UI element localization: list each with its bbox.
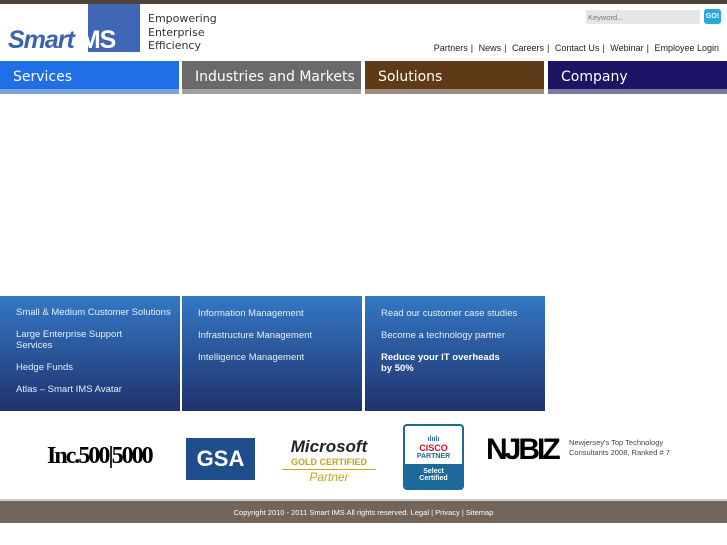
link-employee-login[interactable]: Employee Login — [654, 43, 719, 53]
industries-panel: Information Management Infrastructure Ma… — [182, 296, 362, 411]
go-button[interactable]: GO! — [704, 9, 721, 24]
cisco-logo: ılıılı CISCO PARTNER Select Certified — [403, 424, 464, 490]
tagline-line: Enterprise — [148, 25, 205, 39]
link-contact[interactable]: Contact Us — [555, 43, 600, 53]
copyright: Copyright 2010 - 2011 Smart IMS All righ… — [233, 508, 409, 517]
ms-partner: Partner — [309, 470, 349, 484]
solutions-panel: Read our customer case studies Become a … — [365, 296, 545, 411]
nav-services[interactable]: Services — [0, 61, 179, 94]
njbiz-logo: NJBIZ — [486, 433, 561, 471]
panel-link[interactable]: Read our customer case studies — [381, 308, 545, 319]
panel-link[interactable]: Infrastructure Management — [198, 330, 362, 341]
nav-solutions[interactable]: Solutions — [365, 61, 544, 94]
inc-logo: Inc.500|5000 — [47, 443, 154, 469]
services-panel: Small & Medium Customer Solutions Large … — [0, 296, 180, 411]
cisco-select: Select Certified — [405, 464, 462, 488]
panel-link[interactable]: Atlas – Smart IMS Avatar — [16, 384, 180, 395]
link-news[interactable]: News — [479, 43, 502, 53]
panel-link[interactable]: Information Management — [198, 308, 362, 319]
panel-link[interactable]: Hedge Funds — [16, 362, 180, 373]
nav-company[interactable]: Company — [548, 61, 727, 94]
nav-industries[interactable]: Industries and Markets — [182, 61, 361, 94]
search-input[interactable] — [586, 10, 700, 24]
gsa-logo: GSA — [186, 438, 255, 480]
panel-link[interactable]: Intelligence Management — [198, 352, 362, 363]
link-webinar[interactable]: Webinar — [610, 43, 643, 53]
ms-level: GOLD CERTIFIED — [282, 457, 376, 470]
tagline: Empowering Enterprise Efficiency — [148, 12, 217, 53]
microsoft-logo: Microsoft GOLD CERTIFIED Partner — [282, 437, 376, 484]
link-careers[interactable]: Careers — [512, 43, 544, 53]
cisco-partner: PARTNER — [416, 453, 451, 460]
tagline-line: Empowering — [148, 12, 217, 25]
tagline-line: Efficiency — [148, 39, 201, 52]
footer: Copyright 2010 - 2011 Smart IMS All righ… — [0, 499, 727, 523]
panel-link[interactable]: Small & Medium Customer Solutions — [16, 307, 180, 318]
panel-link[interactable]: Become a technology partner — [381, 330, 545, 341]
ms-name: Microsoft — [290, 437, 368, 456]
link-partners[interactable]: Partners — [434, 43, 468, 53]
footer-legal-link[interactable]: Legal — [411, 508, 429, 517]
njbiz-text: Newjersey's Top Technology Consultants 2… — [569, 438, 670, 457]
panel-link[interactable]: Large Enterprise Support Services — [16, 329, 136, 351]
footer-privacy-link[interactable]: Privacy — [435, 508, 460, 517]
partner-logos: Inc.500|5000 GSA Microsoft GOLD CERTIFIE… — [0, 424, 727, 495]
footer-sitemap-link[interactable]: Sitemap — [466, 508, 494, 517]
cisco-name: CISCO — [419, 443, 448, 453]
top-links: Partners | News | Careers | Contact Us | Web… — [433, 43, 719, 53]
panel-link[interactable]: Reduce your IT overheads by 50% — [381, 352, 511, 374]
smartims-logo[interactable]: SmartIMS — [8, 4, 140, 54]
